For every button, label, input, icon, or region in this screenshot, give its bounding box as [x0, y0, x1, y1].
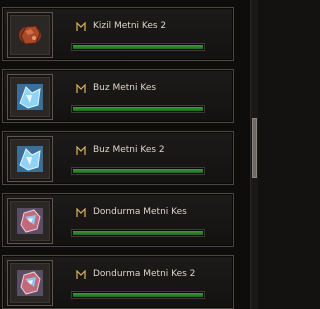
- item-slot: [7, 136, 53, 182]
- rune-tag-icon: [76, 84, 86, 94]
- progress-fill: [73, 231, 203, 235]
- progress-fill: [73, 293, 203, 297]
- rune-tag-icon: [76, 208, 86, 218]
- item-name: Dondurma Metni Kes 2: [93, 269, 196, 279]
- scrollbar-thumb[interactable]: [252, 118, 257, 178]
- list-item[interactable]: Buz Metni Kes 2: [2, 131, 234, 185]
- progress-fill: [73, 45, 203, 49]
- item-name: Dondurma Metni Kes: [93, 207, 187, 217]
- progress-bar: [71, 167, 205, 175]
- list-item[interactable]: Kizil Metni Kes 2: [2, 7, 234, 61]
- list-item[interactable]: Dondurma Metni Kes: [2, 193, 234, 247]
- item-name: Buz Metni Kes: [93, 83, 157, 93]
- list-item[interactable]: Dondurma Metni Kes 2: [2, 255, 234, 309]
- progress-bar: [71, 229, 205, 237]
- frozen-ore-icon: [16, 269, 44, 297]
- item-name: Kizil Metni Kes 2: [93, 21, 167, 31]
- rune-tag-icon: [76, 270, 86, 280]
- ice-crystal-icon: [16, 145, 44, 173]
- red-ore-icon: [16, 21, 44, 49]
- scrollbar[interactable]: [250, 0, 258, 309]
- rune-tag-icon: [76, 22, 86, 32]
- item-list: Kizil Metni Kes 2 Buz Metni Kes Buz Metn…: [0, 0, 250, 309]
- rune-tag-icon: [76, 146, 86, 156]
- list-item[interactable]: Buz Metni Kes: [2, 69, 234, 123]
- item-slot: [7, 260, 53, 306]
- progress-fill: [73, 169, 203, 173]
- item-slot: [7, 74, 53, 120]
- item-name: Buz Metni Kes 2: [93, 145, 165, 155]
- progress-bar: [71, 105, 205, 113]
- progress-fill: [73, 107, 203, 111]
- progress-bar: [71, 291, 205, 299]
- item-slot: [7, 198, 53, 244]
- ice-crystal-icon: [16, 83, 44, 111]
- frozen-ore-icon: [16, 207, 44, 235]
- progress-bar: [71, 43, 205, 51]
- item-slot: [7, 12, 53, 58]
